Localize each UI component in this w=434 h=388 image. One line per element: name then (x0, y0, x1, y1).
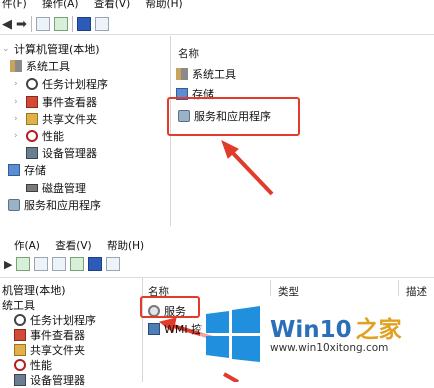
show-hide-pane-icon[interactable] (106, 257, 121, 271)
column-header-type[interactable]: 类型 (278, 284, 299, 299)
bottom-toolbar: ▶ (4, 257, 121, 271)
menu-action[interactable]: 作(A) (14, 240, 40, 252)
menu-view[interactable]: 查看(V) (55, 240, 91, 252)
tree-label: 性能 (30, 359, 52, 372)
column-divider[interactable] (270, 280, 271, 296)
console-tree-icon[interactable] (34, 257, 49, 271)
red-arrow-corner (223, 372, 239, 382)
watermark-brand-suffix: 之家 (355, 317, 402, 343)
properties-icon[interactable] (52, 257, 67, 271)
up-level-icon[interactable] (16, 257, 31, 271)
watermark: Win10 之家 www.win10xitong.com (200, 306, 428, 362)
list-item-wmi-control[interactable]: WMI 控 (148, 321, 202, 337)
bottom-menubar: 作(A) 查看(V) 帮助(H) (14, 238, 156, 252)
windows-logo-icon (206, 306, 260, 362)
tree-label: 统工具 (2, 299, 35, 312)
tree-label: 共享文件夹 (30, 344, 85, 357)
bottom-pane-splitter[interactable] (142, 278, 143, 382)
column-header-description[interactable]: 描述 (406, 284, 427, 299)
event-log-icon (14, 329, 26, 341)
tree-label: 任务计划程序 (30, 314, 96, 327)
tree-item-shared-folders[interactable]: 共享文件夹 (14, 342, 85, 358)
bottom-divider (0, 277, 434, 278)
tree-label: 机管理(本地) (2, 284, 66, 297)
tree-item-system-tools[interactable]: 统工具 (2, 297, 35, 313)
shared-folder-icon (14, 344, 26, 356)
tree-item-task-scheduler[interactable]: 任务计划程序 (14, 312, 96, 328)
list-item-label: WMI 控 (164, 323, 203, 336)
tree-item-event-viewer[interactable]: 事件查看器 (14, 327, 85, 343)
forward-arrow-icon[interactable]: ▶ (4, 258, 12, 271)
clock-icon (14, 314, 26, 326)
tree-item-root[interactable]: 机管理(本地) (2, 282, 66, 298)
watermark-brand: Win10 之家 (270, 310, 402, 344)
watermark-url: www.win10xitong.com (270, 342, 389, 354)
help-icon[interactable] (88, 257, 103, 271)
wmi-icon (148, 323, 160, 335)
export-list-icon[interactable] (70, 257, 85, 271)
tree-item-device-manager[interactable]: 设备管理器 (14, 372, 85, 388)
performance-icon (14, 359, 26, 371)
red-arrow-top (221, 139, 274, 196)
highlight-box (140, 296, 200, 318)
device-manager-icon (14, 374, 26, 386)
screenshot-gap (0, 226, 434, 234)
watermark-brand-name: Win10 (270, 317, 352, 343)
tree-label: 设备管理器 (30, 374, 85, 387)
menu-help[interactable]: 帮助(H) (107, 240, 144, 252)
tree-item-performance[interactable]: 性能 (14, 357, 52, 373)
column-divider[interactable] (398, 280, 399, 296)
tree-label: 事件查看器 (30, 329, 85, 342)
